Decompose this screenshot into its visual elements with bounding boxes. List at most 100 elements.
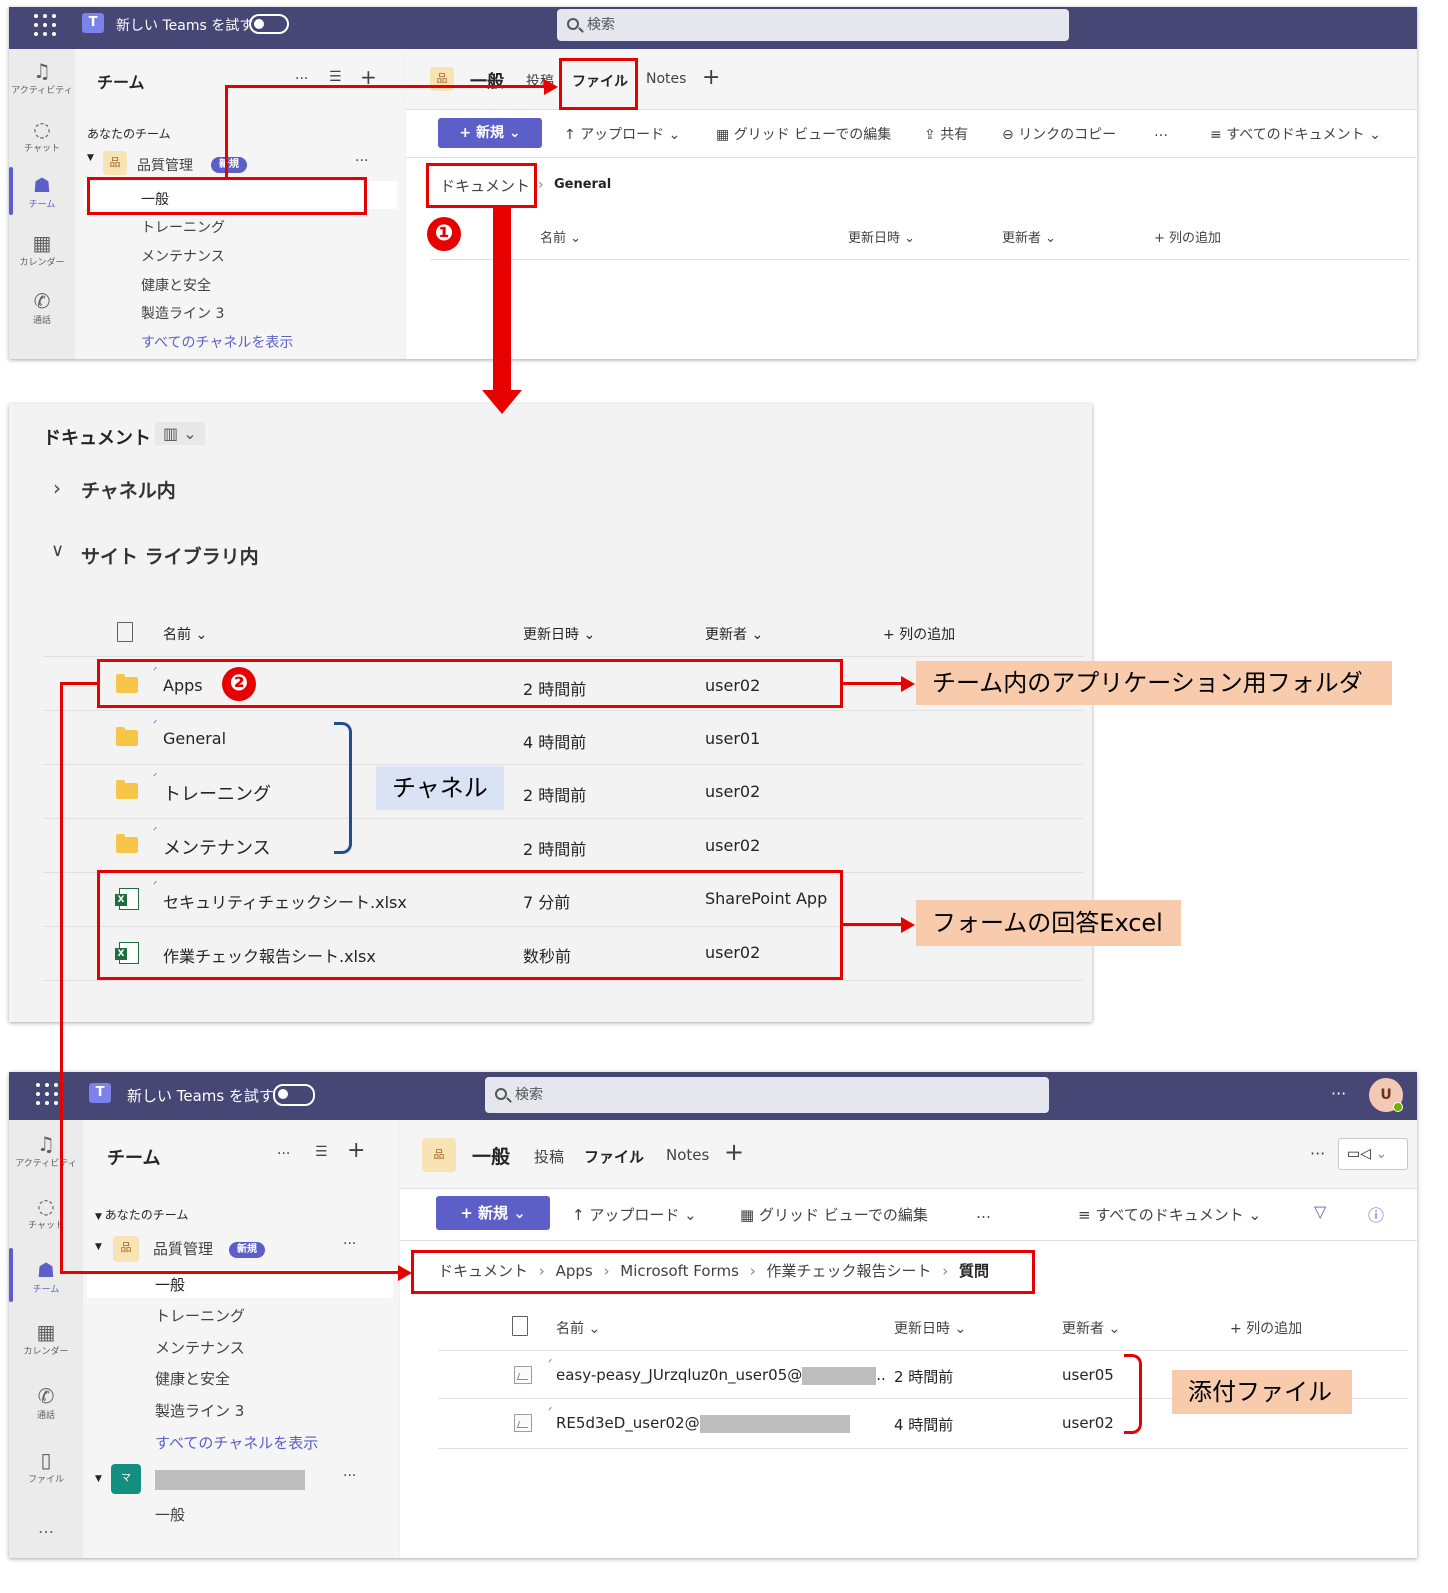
search-input[interactable]: 検索 bbox=[485, 1077, 1049, 1113]
add-icon[interactable]: + bbox=[347, 1138, 365, 1163]
toolbar-more-button[interactable]: … bbox=[976, 1204, 991, 1222]
col-add-column[interactable]: + 列の追加 bbox=[883, 624, 955, 644]
app-launcher-icon[interactable] bbox=[36, 1083, 58, 1105]
col-modified-by[interactable]: 更新者 ⌄ bbox=[705, 624, 763, 644]
rail-chat[interactable]: ◌ チャット bbox=[9, 117, 75, 154]
filter-icon[interactable]: ☰ bbox=[329, 69, 342, 85]
filter-icon[interactable]: ☰ bbox=[315, 1144, 328, 1160]
col-name[interactable]: 名前 ⌄ bbox=[540, 227, 581, 246]
tab-posts[interactable]: 投稿 bbox=[534, 1146, 564, 1167]
upload-button[interactable]: ↑ アップロード ⌄ bbox=[572, 1204, 697, 1225]
row-name[interactable]: General bbox=[163, 729, 226, 748]
section-channel[interactable]: チャネル内 bbox=[81, 476, 176, 503]
new-button[interactable]: + 新規 ⌄ bbox=[438, 118, 542, 148]
grid-edit-button[interactable]: ▦ グリッド ビューでの編集 bbox=[716, 124, 891, 144]
rail-label: 通話 bbox=[36, 1411, 55, 1421]
share-button[interactable]: ⇪ 共有 bbox=[924, 124, 968, 144]
toolbar-more-button[interactable]: … bbox=[1154, 124, 1168, 140]
rail-files[interactable]: ▯ ファイル bbox=[9, 1448, 83, 1485]
rail-label: チャット bbox=[28, 1221, 64, 1231]
new-teams-toggle[interactable] bbox=[249, 14, 289, 34]
upload-button[interactable]: ↑ アップロード ⌄ bbox=[564, 124, 680, 144]
col-modified[interactable]: 更新日時 ⌄ bbox=[523, 624, 595, 644]
add-tab-button[interactable]: + bbox=[702, 65, 720, 90]
search-icon bbox=[495, 1088, 507, 1100]
rail-more[interactable]: … bbox=[9, 1518, 83, 1537]
connector-line bbox=[225, 85, 228, 179]
rail-teams[interactable]: ☗ チーム bbox=[9, 173, 75, 210]
row-name-text: easy-peasy_JUrzqluz0n_user05@ bbox=[556, 1366, 803, 1384]
second-team-channel[interactable]: 一般 bbox=[155, 1504, 185, 1525]
breadcrumb-separator: › bbox=[538, 177, 544, 193]
new-button[interactable]: + 新規 ⌄ bbox=[436, 1196, 550, 1230]
rail-teams[interactable]: ☗ チーム bbox=[9, 1258, 83, 1295]
col-modified[interactable]: 更新日時 ⌄ bbox=[894, 1318, 966, 1338]
your-teams-label[interactable]: ▼ あなたのチーム bbox=[95, 1206, 188, 1223]
channel-general[interactable]: 一般 bbox=[155, 1274, 185, 1295]
more-icon[interactable]: ··· bbox=[1331, 1084, 1346, 1103]
rail-chat[interactable]: ◌ チャット bbox=[9, 1194, 83, 1231]
tab-notes[interactable]: Notes bbox=[666, 1146, 709, 1164]
channel-line3[interactable]: 製造ライン 3 bbox=[141, 303, 224, 323]
expand-caret-icon[interactable]: ▼ bbox=[95, 1242, 102, 1252]
copy-link-button[interactable]: ⊖ リンクのコピー bbox=[1002, 124, 1116, 144]
rail-calls[interactable]: ✆ 通話 bbox=[9, 1384, 83, 1421]
phone-icon: ✆ bbox=[37, 1384, 55, 1408]
info-icon[interactable]: ⓘ bbox=[1368, 1202, 1384, 1226]
show-all-channels-link[interactable]: すべてのチャネルを表示 bbox=[155, 1432, 318, 1453]
col-modified-by[interactable]: 更新者 ⌄ bbox=[1062, 1318, 1120, 1338]
row-name[interactable]: メンテナンス bbox=[163, 834, 271, 860]
channel-health-safety[interactable]: 健康と安全 bbox=[141, 275, 211, 295]
team-more-icon[interactable]: ··· bbox=[343, 1468, 356, 1484]
chevron-right-icon[interactable]: › bbox=[53, 476, 61, 500]
channel-training[interactable]: トレーニング bbox=[141, 217, 225, 237]
row-name[interactable]: RE5d3eD_user02@ bbox=[556, 1414, 850, 1433]
meet-button[interactable]: ▭◁ ⌄ bbox=[1338, 1138, 1408, 1170]
col-name[interactable]: 名前 ⌄ bbox=[556, 1318, 600, 1338]
library-switcher-icon[interactable]: ▥ ⌄ bbox=[155, 422, 205, 445]
app-launcher-icon[interactable] bbox=[34, 14, 56, 36]
team-name[interactable]: 品質管理 bbox=[137, 155, 193, 175]
more-icon[interactable]: ··· bbox=[277, 1146, 290, 1162]
show-all-channels-link[interactable]: すべてのチャネルを表示 bbox=[141, 332, 293, 352]
channel-training[interactable]: トレーニング bbox=[155, 1305, 245, 1326]
expand-caret-icon[interactable]: ▼ bbox=[95, 1474, 102, 1484]
tab-notes[interactable]: Notes bbox=[646, 71, 686, 87]
breadcrumb-general: General bbox=[554, 177, 612, 192]
new-teams-toggle[interactable] bbox=[273, 1084, 315, 1106]
more-icon[interactable]: ··· bbox=[1310, 1144, 1325, 1163]
filter-icon[interactable]: ▽ bbox=[1314, 1202, 1326, 1221]
rail-activity[interactable]: ♫ アクティビティ bbox=[9, 59, 75, 96]
row-name[interactable]: easy-peasy_JUrzqluz0n_user05@.. bbox=[556, 1366, 886, 1385]
col-modified-by[interactable]: 更新者 ⌄ bbox=[1002, 227, 1056, 246]
channel-health-safety[interactable]: 健康と安全 bbox=[155, 1368, 230, 1389]
rail-calendar[interactable]: ▦ カレンダー bbox=[9, 1320, 83, 1357]
channel-maintenance[interactable]: メンテナンス bbox=[141, 246, 225, 266]
col-add-column[interactable]: + 列の追加 bbox=[1230, 1318, 1302, 1338]
col-name[interactable]: 名前 ⌄ bbox=[163, 624, 207, 644]
your-teams-text: あなたのチーム bbox=[104, 1208, 189, 1222]
new-item-icon: ᐟ bbox=[548, 1406, 553, 1417]
expand-caret-icon[interactable]: ▼ bbox=[87, 153, 94, 163]
redacted-text bbox=[699, 1414, 850, 1433]
rail-activity[interactable]: ♫ アクティビティ bbox=[9, 1132, 83, 1169]
rail-calls[interactable]: ✆ 通話 bbox=[9, 289, 75, 326]
section-site-library[interactable]: サイト ライブラリ内 bbox=[81, 542, 259, 569]
col-modified[interactable]: 更新日時 ⌄ bbox=[848, 227, 915, 246]
row-name[interactable]: トレーニング bbox=[163, 780, 271, 806]
chevron-down-icon[interactable]: ∨ bbox=[51, 540, 64, 561]
rail-calendar[interactable]: ▦ カレンダー bbox=[9, 231, 75, 268]
team-more-icon[interactable]: ··· bbox=[343, 1236, 356, 1252]
team-more-icon[interactable]: ··· bbox=[355, 153, 368, 169]
add-tab-button[interactable]: + bbox=[724, 1138, 744, 1166]
col-add-column[interactable]: + 列の追加 bbox=[1154, 227, 1221, 246]
app-rail: ♫ アクティビティ ◌ チャット ☗ チーム ▦ カレンダー ✆ 通話 bbox=[9, 49, 75, 359]
all-documents-view[interactable]: ≡ すべてのドキュメント ⌄ bbox=[1078, 1204, 1261, 1225]
your-teams-label[interactable]: あなたのチーム bbox=[87, 125, 171, 142]
search-input[interactable]: 検索 bbox=[557, 9, 1069, 41]
grid-edit-button[interactable]: ▦ グリッド ビューでの編集 bbox=[740, 1204, 928, 1225]
channel-line3[interactable]: 製造ライン 3 bbox=[155, 1400, 244, 1421]
channel-maintenance[interactable]: メンテナンス bbox=[155, 1337, 245, 1358]
team-name[interactable]: 品質管理 bbox=[153, 1238, 213, 1259]
all-documents-view[interactable]: ≡ すべてのドキュメント ⌄ bbox=[1210, 124, 1381, 144]
